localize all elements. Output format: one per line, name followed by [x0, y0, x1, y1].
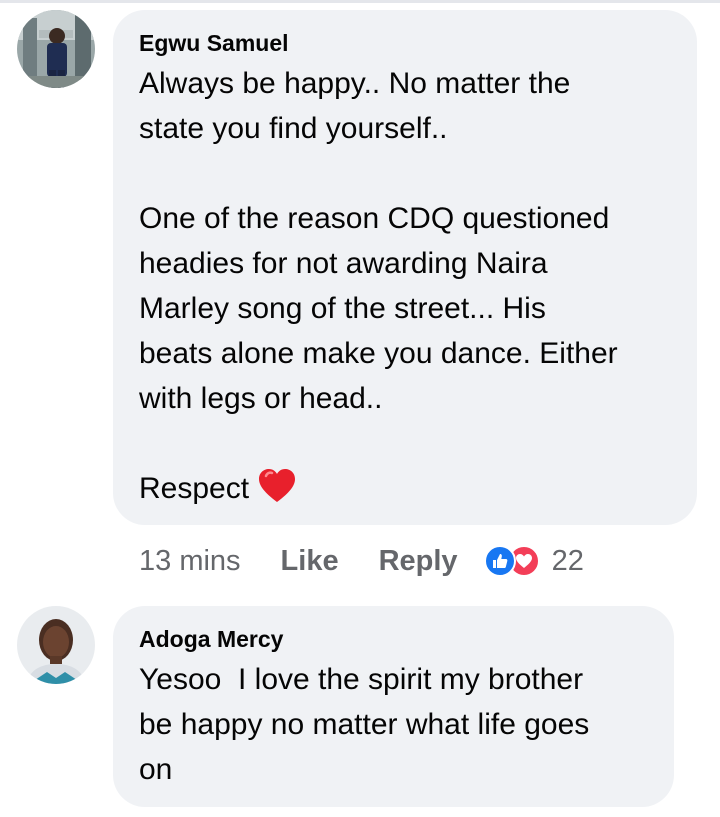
- comment-line: One of the reason CDQ questioned: [139, 202, 610, 235]
- comment-line: state you find yourself..: [139, 112, 448, 145]
- comment-line: on: [139, 753, 173, 786]
- reaction-count: 22: [551, 544, 584, 577]
- like-icon: [483, 545, 516, 577]
- comment-text: Always be happy.. No matter the state yo…: [139, 61, 671, 517]
- reactions-summary[interactable]: 22: [483, 544, 584, 578]
- comment-actions: 13 mins Like Reply 22: [139, 541, 584, 581]
- comment-line-blank: [139, 151, 671, 196]
- comment-line: be happy no matter what life goes: [139, 708, 590, 741]
- comment-bubble: Egwu Samuel Always be happy.. No matter …: [113, 10, 697, 525]
- comment-author[interactable]: Adoga Mercy: [139, 624, 648, 654]
- avatar[interactable]: [17, 10, 95, 88]
- divider: [0, 0, 720, 3]
- comment-line: with legs or head..: [139, 382, 383, 415]
- comment-line: headies for not awarding Naira: [139, 247, 548, 280]
- reply-button[interactable]: Reply: [379, 545, 458, 578]
- comment-line-blank: [139, 421, 671, 466]
- comment-thread: Egwu Samuel Always be happy.. No matter …: [0, 0, 720, 817]
- comment-line: Yesoo I love the spirit my brother: [139, 663, 584, 696]
- comment-line: Respect: [139, 472, 250, 505]
- avatar-photo: [17, 606, 95, 684]
- red-heart-emoji-icon: [257, 468, 297, 517]
- comment-bubble: Adoga Mercy Yesoo I love the spirit my b…: [113, 606, 674, 807]
- comment-line-with-emoji: Respect: [139, 466, 671, 517]
- comment-line: Always be happy.. No matter the: [139, 67, 571, 100]
- comment-author[interactable]: Egwu Samuel: [139, 28, 671, 58]
- comment-timestamp[interactable]: 13 mins: [139, 545, 241, 578]
- avatar-photo: [17, 10, 95, 88]
- like-button[interactable]: Like: [281, 545, 339, 578]
- avatar[interactable]: [17, 606, 95, 684]
- comment-line: beats alone make you dance. Either: [139, 337, 618, 370]
- comment-text: Yesoo I love the spirit my brother be ha…: [139, 657, 648, 792]
- comment-line: Marley song of the street... His: [139, 292, 546, 325]
